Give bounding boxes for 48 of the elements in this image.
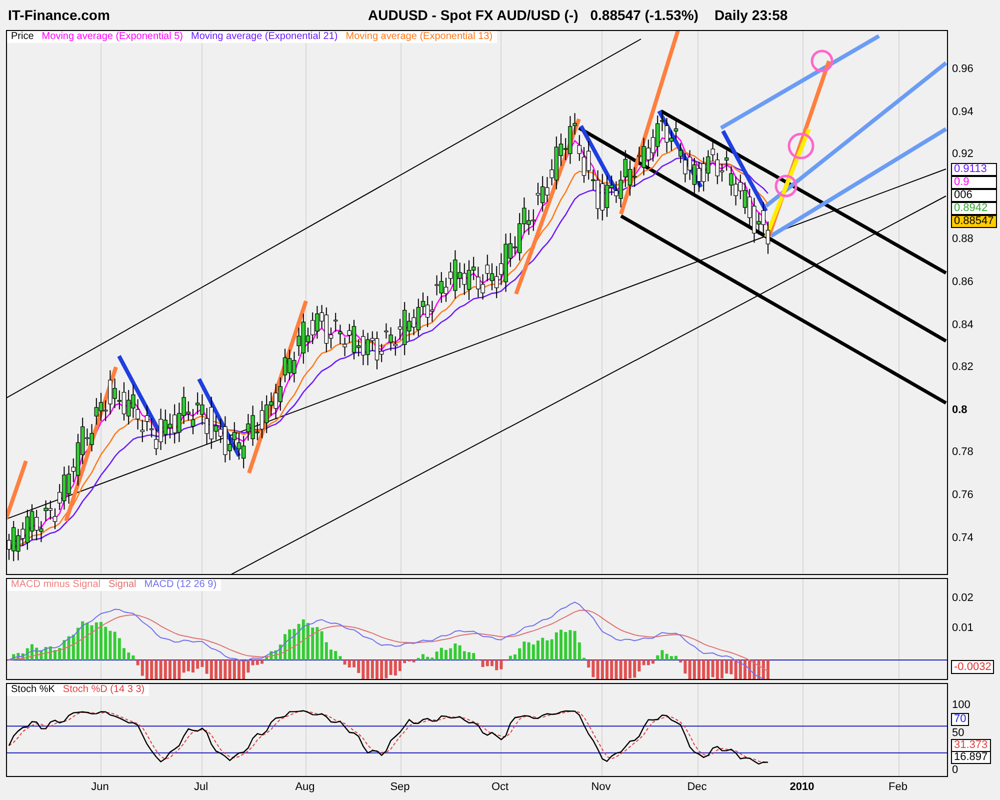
axis-label: Oct: [491, 781, 509, 793]
axis-label: Jul: [194, 781, 208, 793]
axis-label: Sep: [390, 781, 410, 793]
legend-label: Stoch %D (14 3 3): [62, 684, 145, 696]
axis-label: 0: [952, 764, 958, 776]
axis-label: 0.88: [952, 233, 974, 246]
legend-label: Stoch %K: [11, 684, 55, 696]
axis-label: Aug: [295, 781, 315, 793]
value-tag: 006: [951, 189, 997, 202]
chart-title: AUDUSD - Spot FX AUD/USD (-): [368, 6, 578, 25]
axis-label: 0.76: [952, 489, 974, 501]
site-name: IT-Finance.com: [8, 6, 111, 24]
axis-label: 50: [952, 727, 964, 739]
value-tag: 0.9: [951, 176, 997, 189]
value-tag: 31.373: [951, 739, 991, 752]
axis-label: 0.84: [952, 318, 974, 331]
axis-label: Nov: [591, 781, 611, 793]
axis-label: 100: [952, 699, 970, 711]
axis-label: 0.74: [952, 532, 974, 544]
legend-label: Moving average (Exponential 13): [346, 31, 493, 43]
value-tag: 16.897: [951, 751, 991, 764]
axis-label: Dec: [687, 781, 707, 793]
axis-label: 0.82: [952, 361, 974, 374]
axis-label: 2010: [790, 781, 814, 793]
value-tag: 70: [951, 713, 970, 726]
axis-label: 0.01: [952, 622, 974, 634]
axis-label: 0.02: [952, 592, 974, 604]
axis-label: 0.94: [952, 106, 974, 118]
legend-label: Moving average (Exponential 5): [42, 31, 183, 43]
legend-label: Price: [11, 31, 34, 43]
axis-label: 0.92: [952, 148, 974, 160]
value-tag: 0.9113: [951, 163, 997, 176]
legend-label: Signal: [108, 579, 136, 591]
legend-label: MACD minus Signal: [11, 579, 100, 591]
current-price-tag: 0.88547: [951, 215, 997, 228]
price-change: 0.88547 (-1.53%): [590, 6, 698, 25]
value-tag: -0.0032: [951, 660, 994, 674]
value-tag: 0.8942: [951, 202, 997, 215]
axis-label: 0.8: [952, 404, 968, 416]
legend-label: MACD (12 26 9): [144, 579, 217, 591]
axis-label: 0.78: [952, 446, 974, 458]
axis-label: Jun: [91, 781, 109, 793]
axis-label: Feb: [888, 781, 908, 793]
legend-label: Moving average (Exponential 21): [191, 31, 338, 43]
period-label: Daily: [714, 6, 748, 25]
axis-label: 0.96: [952, 63, 974, 75]
axis-label: 0.86: [952, 276, 974, 288]
time-label: 23:58: [752, 6, 788, 24]
